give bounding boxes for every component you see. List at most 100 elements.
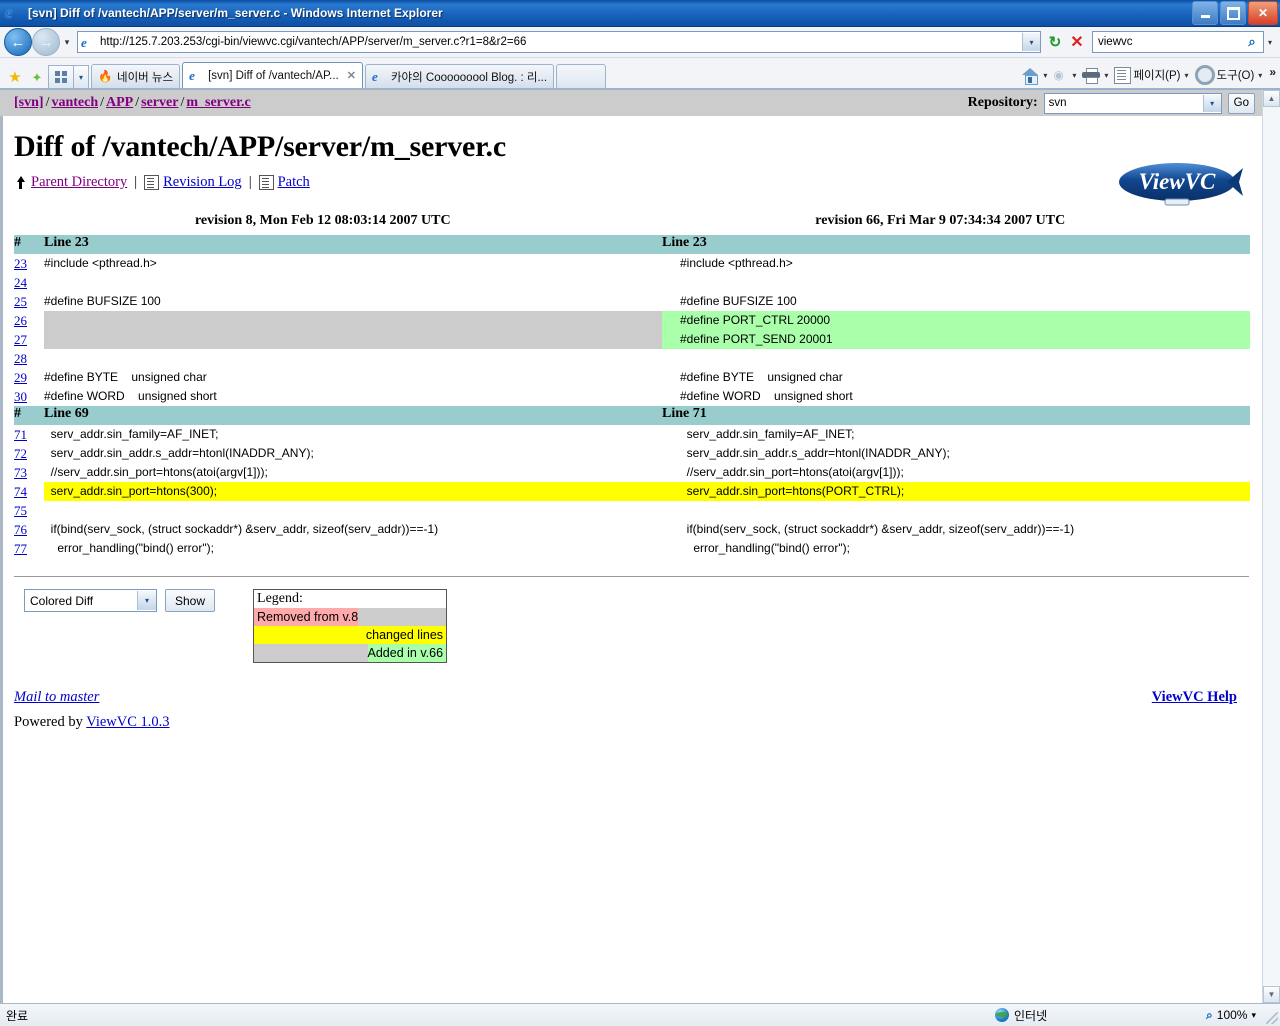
browser-tab-1[interactable]: e [svn] Diff of /vantech/AP... ✕: [182, 62, 363, 88]
stop-icon[interactable]: ✕: [1066, 31, 1088, 53]
left-code-cell: #define BYTE unsigned char: [44, 370, 207, 384]
patch-link[interactable]: Patch: [278, 174, 310, 191]
chevron-down-icon[interactable]: ▾: [1251, 1010, 1256, 1021]
history-dropdown-icon[interactable]: ▾: [60, 37, 74, 48]
add-favorite-icon[interactable]: ✦: [26, 66, 48, 88]
line-number-link[interactable]: 28: [14, 349, 44, 368]
left-code-cell: //serv_addr.sin_port=htons(atoi(argv[1])…: [44, 465, 268, 479]
show-button[interactable]: Show: [165, 589, 216, 612]
browser-tab-0[interactable]: 🔥 네이버 뉴스: [91, 64, 181, 88]
tab-favicon-icon: e: [189, 68, 195, 83]
tab-close-icon[interactable]: ✕: [347, 69, 356, 82]
scroll-down-button[interactable]: ▼: [1263, 986, 1280, 1003]
chevron-down-icon[interactable]: ▾: [137, 591, 156, 610]
resize-grip[interactable]: [1266, 1012, 1278, 1024]
minimize-button[interactable]: [1192, 1, 1218, 25]
url-input[interactable]: e http://125.7.203.253/cgi-bin/viewvc.cg…: [77, 31, 1041, 53]
close-button[interactable]: ✕: [1248, 1, 1278, 25]
parent-directory-link[interactable]: Parent Directory: [31, 174, 127, 191]
left-code-cell: #include <pthread.h>: [44, 256, 157, 270]
line-number-link[interactable]: 25: [14, 292, 44, 311]
diff-format-select[interactable]: Colored Diff ▾: [24, 589, 157, 612]
line-number-link[interactable]: 72: [14, 444, 44, 463]
line-number-link[interactable]: 23: [14, 254, 44, 273]
repository-select[interactable]: svn ▾: [1043, 92, 1222, 114]
feeds-button[interactable]: ◉ ▾: [1052, 68, 1079, 82]
mail-to-master-link[interactable]: Mail to master: [14, 689, 99, 705]
page-action-links: Parent Directory | Revision Log | Patch: [14, 174, 1249, 191]
legend-added-label: Added in v.66: [367, 644, 447, 662]
search-value: viewvc: [1098, 36, 1133, 48]
scrollbar-track[interactable]: [1263, 107, 1280, 986]
line-number-link[interactable]: 29: [14, 368, 44, 387]
search-icon[interactable]: ⌕: [1241, 34, 1263, 50]
search-input[interactable]: viewvc ⌕: [1092, 31, 1264, 53]
url-dropdown-icon[interactable]: ▾: [1022, 33, 1040, 51]
revision-log-link[interactable]: Revision Log: [163, 174, 242, 191]
diff-row: 28: [14, 349, 1250, 368]
search-dropdown-icon[interactable]: ▾: [1264, 38, 1276, 47]
breadcrumb-item-file[interactable]: m_server.c: [186, 95, 250, 110]
breadcrumb-item-vantech[interactable]: vantech: [51, 95, 98, 110]
gear-icon: [1194, 65, 1215, 85]
chevron-down-icon[interactable]: ▾: [1041, 71, 1049, 80]
up-arrow-icon: [14, 175, 27, 190]
page-menu-label: 페이지(P): [1133, 70, 1181, 82]
scroll-up-button[interactable]: ▲: [1263, 90, 1280, 107]
chevron-down-icon[interactable]: ▾: [1102, 71, 1110, 80]
toolbar-overflow-icon[interactable]: »: [1269, 65, 1276, 79]
chevron-down-icon[interactable]: ▾: [1070, 71, 1078, 80]
left-code-cell: [44, 349, 632, 368]
browser-tab-2[interactable]: e 카야의 Cooooooool Blog. : 리...: [364, 64, 555, 88]
breadcrumb-item-app[interactable]: APP: [106, 95, 133, 110]
line-number-link[interactable]: 77: [14, 539, 44, 558]
new-tab-button[interactable]: [556, 64, 607, 88]
line-number-link[interactable]: 75: [14, 501, 44, 520]
right-revision-header: revision 66, Fri Mar 9 07:34:34 2007 UTC: [815, 213, 1066, 228]
line-number-link[interactable]: 26: [14, 311, 44, 330]
line-number-link[interactable]: 27: [14, 330, 44, 349]
breadcrumb-item-svn[interactable]: [svn]: [14, 95, 44, 110]
tools-menu-button[interactable]: 도구(O) ▾: [1194, 65, 1266, 85]
home-button[interactable]: ▾: [1021, 67, 1050, 85]
refresh-icon[interactable]: ↻: [1044, 31, 1066, 53]
line-number-link[interactable]: 74: [14, 482, 44, 501]
tab-favicon-icon: 🔥: [98, 71, 113, 83]
status-bar: 완료 인터넷 ⌕ 100% ▾: [0, 1003, 1280, 1026]
viewvc-body: ViewVC Diff of /vantech/APP/server/m_ser…: [0, 130, 1263, 731]
legend-row-removed: Removed from v.8: [254, 608, 447, 626]
diff-row: 30 #define WORD unsigned short #define WOR…: [14, 387, 1250, 406]
line-number-link[interactable]: 76: [14, 520, 44, 539]
breadcrumb-item-server[interactable]: server: [141, 95, 178, 110]
viewvc-help-link[interactable]: ViewVC Help: [1152, 689, 1237, 706]
vertical-scrollbar[interactable]: ▲ ▼: [1262, 90, 1280, 1003]
security-zone[interactable]: 인터넷: [995, 1007, 1047, 1024]
print-button[interactable]: ▾: [1081, 68, 1111, 84]
line-number-link[interactable]: 73: [14, 463, 44, 482]
quick-tabs-button[interactable]: [48, 65, 74, 88]
viewvc-version-link[interactable]: ViewVC 1.0.3: [86, 714, 169, 730]
breadcrumb-separator: /: [100, 95, 105, 110]
page-menu-button[interactable]: 페이지(P) ▾: [1113, 66, 1191, 84]
diff-table: # Line 23 Line 23 23 #include <pthread.h> #in…: [14, 235, 1250, 558]
tab-list-dropdown-icon[interactable]: ▾: [74, 65, 89, 88]
favorites-center-icon[interactable]: ★: [4, 66, 26, 88]
breadcrumb-separator: /: [135, 95, 140, 110]
forward-arrow-icon[interactable]: →: [32, 28, 60, 56]
line-number-link[interactable]: 71: [14, 425, 44, 444]
line-number-link[interactable]: 30: [14, 387, 44, 406]
zoom-control[interactable]: ⌕ 100% ▾: [1206, 1008, 1256, 1023]
left-hunk-line-label: Line 69: [44, 406, 632, 425]
line-number-link[interactable]: 24: [14, 273, 44, 292]
chevron-down-icon[interactable]: ▾: [1256, 71, 1264, 80]
home-icon: [1022, 67, 1039, 85]
restore-button[interactable]: [1220, 1, 1246, 25]
right-gutter-cell: [632, 387, 662, 406]
left-code-cell: [44, 330, 632, 349]
go-button[interactable]: Go: [1227, 92, 1255, 114]
back-arrow-icon[interactable]: ←: [4, 28, 32, 56]
chevron-down-icon[interactable]: ▾: [1202, 94, 1221, 112]
powered-by-text: Powered by ViewVC 1.0.3: [14, 714, 1249, 731]
right-hunk-line-label: Line 23: [662, 235, 1250, 254]
chevron-down-icon[interactable]: ▾: [1183, 71, 1191, 80]
